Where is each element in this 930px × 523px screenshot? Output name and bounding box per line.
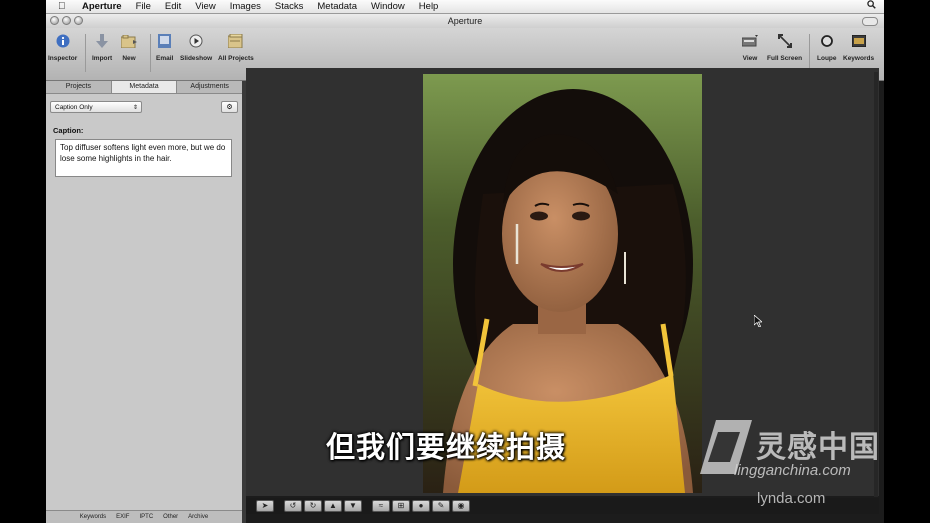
- tab-keywords[interactable]: Keywords: [80, 511, 106, 523]
- menu-bar:  Aperture File Edit View Images Stacks …: [46, 0, 884, 14]
- gear-icon[interactable]: ⚙: [221, 101, 238, 113]
- metadata-view-popup[interactable]: Caption Only ⇕: [50, 101, 142, 113]
- lynda-watermark: lynda.com: [757, 490, 826, 507]
- watermark-cn-text: 灵感中国: [756, 430, 880, 465]
- caption-label: Caption:: [53, 126, 84, 135]
- window-title: Aperture: [447, 16, 483, 26]
- new-label: New: [122, 55, 136, 62]
- toolbar-separator: [85, 34, 86, 72]
- tab-projects[interactable]: Projects: [46, 81, 112, 93]
- slideshow-label: Slideshow: [180, 55, 213, 62]
- inspector-panel: Projects Metadata Adjustments Caption On…: [46, 81, 243, 523]
- tab-iptc[interactable]: IPTC: [139, 511, 153, 523]
- inspector-tabs: Projects Metadata Adjustments: [46, 81, 242, 94]
- menu-metadata[interactable]: Metadata: [317, 1, 357, 12]
- straighten-tool-icon[interactable]: ≈: [372, 500, 390, 512]
- select-tool-icon[interactable]: ➤: [256, 500, 274, 512]
- tab-exif[interactable]: EXIF: [116, 511, 129, 523]
- crop-tool-icon[interactable]: ⊞: [392, 500, 410, 512]
- play-icon: [188, 33, 204, 49]
- tab-adjustments[interactable]: Adjustments: [177, 81, 242, 93]
- zoom-button[interactable]: [74, 16, 83, 25]
- metadata-view-value: Caption Only: [55, 104, 93, 111]
- menu-edit[interactable]: Edit: [165, 1, 181, 12]
- info-icon: [55, 33, 71, 49]
- import-label: Import: [92, 55, 113, 62]
- rotate-left-icon[interactable]: ↺: [284, 500, 302, 512]
- keywords-label: Keywords: [843, 55, 875, 62]
- projects-grid-icon: [228, 33, 244, 49]
- eye-tool-icon[interactable]: ◉: [452, 500, 470, 512]
- tab-archive[interactable]: Archive: [188, 511, 208, 523]
- keywords-button[interactable]: Keywords: [843, 33, 874, 62]
- tab-other[interactable]: Other: [163, 511, 178, 523]
- loupe-label: Loupe: [817, 55, 837, 62]
- menu-images[interactable]: Images: [230, 1, 261, 12]
- full-screen-button[interactable]: Full Screen: [767, 33, 802, 62]
- import-button[interactable]: Import: [92, 33, 112, 62]
- inspector-button[interactable]: Inspector: [48, 33, 77, 62]
- email-button[interactable]: Email: [156, 33, 173, 62]
- loupe-icon: [819, 33, 835, 49]
- view-button[interactable]: View: [742, 33, 758, 62]
- watermark-en-text: lingganchina.com: [734, 462, 851, 479]
- tab-metadata[interactable]: Metadata: [111, 81, 178, 93]
- popup-arrows-icon: ⇕: [132, 105, 138, 111]
- menu-file[interactable]: File: [136, 1, 151, 12]
- rotate-right-icon[interactable]: ↻: [304, 500, 322, 512]
- close-button[interactable]: [50, 16, 59, 25]
- stamp-tool-icon[interactable]: ▼: [344, 500, 362, 512]
- toolbar-toggle-button[interactable]: [862, 17, 878, 26]
- view-layout-icon: [742, 33, 758, 49]
- lingganchina-watermark: 灵感中国 lingganchina.com: [696, 418, 910, 484]
- menu-help[interactable]: Help: [419, 1, 439, 12]
- loupe-button[interactable]: Loupe: [817, 33, 837, 62]
- metadata-controls: Caption Only ⇕ ⚙: [50, 101, 238, 115]
- full-screen-arrows-icon: [777, 33, 793, 49]
- red-eye-tool-icon[interactable]: ●: [412, 500, 430, 512]
- title-bar: Aperture: [46, 14, 884, 28]
- keywords-hud-icon: [851, 33, 867, 49]
- apple-icon[interactable]: : [58, 1, 72, 12]
- email-photo-icon: [157, 33, 173, 49]
- toolbar-separator: [809, 34, 810, 72]
- slideshow-button[interactable]: Slideshow: [180, 33, 212, 62]
- window-controls: [50, 16, 83, 25]
- inspector-label: Inspector: [48, 55, 78, 62]
- import-arrow-icon: [94, 33, 110, 49]
- minimize-button[interactable]: [62, 16, 71, 25]
- view-label: View: [742, 55, 758, 62]
- lift-tool-icon[interactable]: ▲: [324, 500, 342, 512]
- all-projects-label: All Projects: [218, 55, 254, 62]
- menu-view[interactable]: View: [195, 1, 215, 12]
- toolbar-separator: [150, 34, 151, 72]
- video-subtitle: 但我们要继续拍摄: [326, 430, 567, 464]
- full-screen-label: Full Screen: [767, 55, 803, 62]
- caption-field[interactable]: Top diffuser softens light even more, bu…: [55, 139, 232, 177]
- menu-app[interactable]: Aperture: [82, 1, 122, 12]
- menu-stacks[interactable]: Stacks: [275, 1, 304, 12]
- spotlight-search-icon[interactable]: [867, 0, 876, 11]
- metadata-bottom-tabs: Keywords EXIF IPTC Other Archive: [46, 510, 242, 523]
- brush-tool-icon[interactable]: ✎: [432, 500, 450, 512]
- mouse-cursor-icon: [753, 314, 764, 328]
- menu-window[interactable]: Window: [371, 1, 405, 12]
- email-label: Email: [156, 55, 174, 62]
- new-button[interactable]: New: [121, 33, 137, 62]
- all-projects-button[interactable]: All Projects: [218, 33, 254, 62]
- new-project-icon: [121, 33, 137, 49]
